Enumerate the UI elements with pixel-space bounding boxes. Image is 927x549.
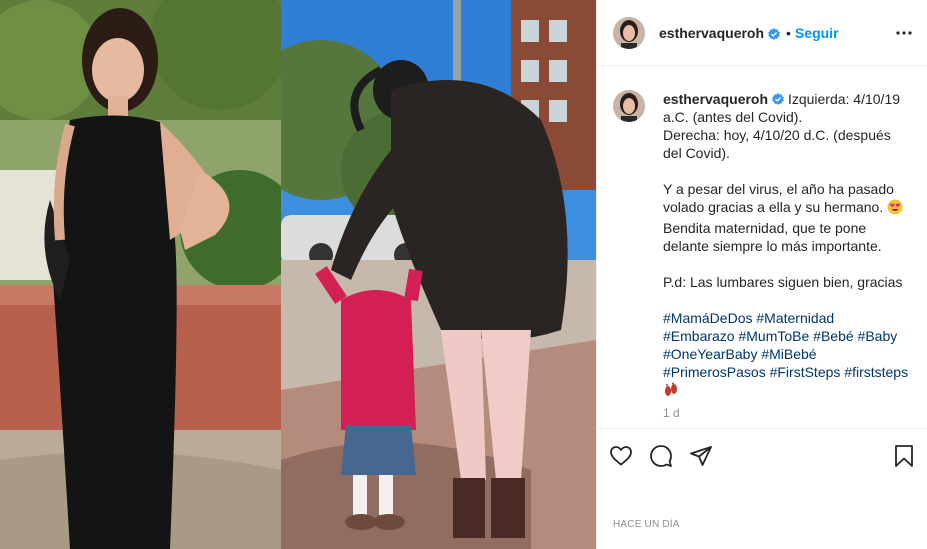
- caption-line-3: Derecha: hoy, 4/10/20 d.C. (después: [663, 127, 891, 143]
- footprints-emoji: [663, 382, 679, 402]
- caption-avatar[interactable]: [613, 90, 645, 122]
- hashtag-line-4[interactable]: #PrimerosPasos #FirstSteps #firststeps: [663, 363, 911, 381]
- caption-p2-line-3: Bendita maternidad, que te pone: [663, 220, 867, 236]
- separator-dot: •: [786, 24, 791, 41]
- action-bar: [597, 428, 927, 483]
- post-header: esthervaqueroh • Seguir: [597, 0, 927, 66]
- post-sidebar: esthervaqueroh • Seguir esthervaqueroh I…: [596, 0, 927, 549]
- author-avatar[interactable]: [613, 16, 645, 49]
- caption-p2-line-1: Y a pesar del virus, el año ha pasado: [663, 181, 894, 197]
- photo-right-mother-and-child: [281, 0, 596, 549]
- comment-icon[interactable]: [649, 444, 673, 468]
- caption-line-4: del Covid).: [663, 145, 730, 161]
- verified-badge-icon: [768, 27, 781, 40]
- heart-icon[interactable]: [609, 444, 633, 468]
- caption-line-2: a.C. (antes del Covid).: [663, 109, 803, 125]
- photo-left-pregnant-woman: [0, 0, 281, 549]
- caption-age: 1 d: [663, 406, 680, 420]
- author-username[interactable]: esthervaqueroh: [659, 25, 764, 41]
- caption-p3: P.d: Las lumbares siguen bien, gracias: [663, 274, 903, 290]
- send-icon[interactable]: [689, 444, 713, 468]
- bookmark-icon[interactable]: [892, 444, 916, 468]
- hashtag-line-2[interactable]: #Embarazo #MumToBe #Bebé #Baby: [663, 327, 911, 345]
- post-media[interactable]: [0, 0, 596, 549]
- caption-p2-line-4: delante siempre lo más importante.: [663, 238, 882, 254]
- caption: esthervaqueroh Izquierda: 4/10/19 a.C. (…: [613, 90, 911, 402]
- comments-area[interactable]: esthervaqueroh Izquierda: 4/10/19 a.C. (…: [597, 66, 927, 428]
- instagram-post: esthervaqueroh • Seguir esthervaqueroh I…: [0, 0, 927, 549]
- follow-button[interactable]: Seguir: [795, 25, 839, 41]
- verified-badge-icon: [772, 91, 785, 105]
- more-options-icon[interactable]: [895, 24, 913, 42]
- hashtag-line-3[interactable]: #OneYearBaby #MiBebé: [663, 345, 911, 363]
- heart-eyes-emoji: [887, 199, 903, 219]
- caption-p2-line-2: volado gracias a ella y su hermano.: [663, 199, 884, 215]
- caption-line-1: Izquierda: 4/10/19: [787, 91, 901, 107]
- hashtag-line-1[interactable]: #MamáDeDos #Maternidad: [663, 309, 911, 327]
- caption-text: esthervaqueroh Izquierda: 4/10/19 a.C. (…: [663, 90, 911, 402]
- post-date[interactable]: HACE UN DÍA: [613, 519, 680, 530]
- caption-username[interactable]: esthervaqueroh: [663, 91, 768, 107]
